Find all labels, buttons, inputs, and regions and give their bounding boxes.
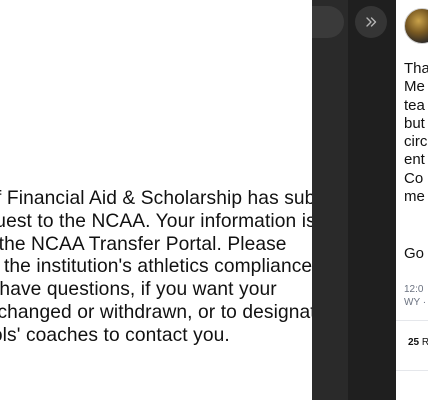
email-line: Our office of Financial Aid & Scholarshi… [0, 188, 312, 209]
search-pill[interactable] [312, 6, 344, 38]
tweet-timestamp[interactable]: 12:0 [404, 283, 428, 296]
profile-avatar[interactable] [404, 8, 428, 44]
email-line: available in the NCAA Transfer Portal. P… [0, 233, 287, 255]
tweet-line: Me [404, 78, 425, 96]
email-line: information changed or withdrawn, or to … [0, 301, 312, 323]
divider [396, 370, 428, 371]
tweet-footer-text: Go [404, 245, 425, 262]
email-body-text: Our office of Financial Aid & Scholarshi… [0, 188, 312, 348]
tweet-line: Tha [404, 60, 428, 77]
collapse-sidebar-button[interactable] [355, 6, 387, 38]
tweet-line: me [404, 188, 425, 206]
email-line: reach out to the institution's athletics… [0, 256, 312, 278]
dark-inner-panel [312, 0, 348, 400]
tweet-line: but [404, 114, 425, 132]
tweet-line: Co [404, 169, 424, 187]
tweet-meta: 12:0 WY · [404, 283, 428, 309]
tweet-line: tea [404, 96, 425, 114]
divider [396, 320, 428, 321]
tweet-line: ent [404, 151, 425, 169]
tweet-text: Tha Me tea but circ ent Co me [404, 60, 428, 206]
email-message-pane: Our office of Financial Aid & Scholarshi… [0, 0, 312, 400]
email-line: transfer request to the NCAA. Your infor… [0, 210, 312, 232]
stat-label: R [421, 337, 428, 348]
tweet-date: WY · [404, 297, 427, 308]
stat-count: 25 [408, 337, 420, 348]
double-chevron-right-icon [366, 17, 377, 27]
email-line: which schools' coaches to contact you. [0, 324, 230, 346]
email-line: office if you have questions, if you wan… [0, 279, 277, 301]
tweet-stats[interactable]: 25 R [408, 336, 428, 349]
tweet-line: circ [404, 133, 428, 151]
tweet-pane: Tha Me tea but circ ent Co me Go 12:0 WY… [396, 0, 428, 400]
